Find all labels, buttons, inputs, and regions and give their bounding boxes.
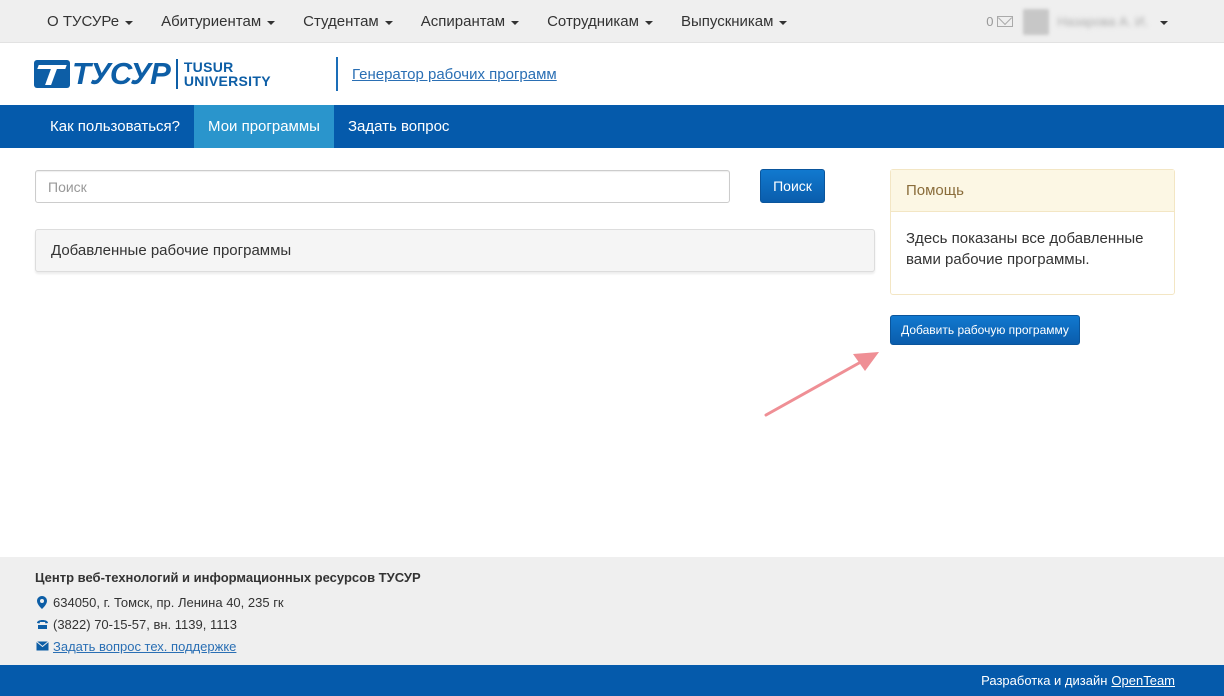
site-header: ТУСУР TUSUR UNIVERSITY Генератор рабочих… — [0, 43, 1224, 105]
tab-my-programs[interactable]: Мои программы — [194, 105, 334, 148]
help-text: Здесь показаны все добавленные вами рабо… — [906, 230, 1144, 268]
footer-title: Центр веб-технологий и информационных ре… — [35, 570, 421, 585]
caret-down-icon — [779, 20, 788, 25]
map-marker-icon — [35, 595, 49, 609]
tusur-logo[interactable]: ТУСУР TUSUR UNIVERSITY — [34, 56, 271, 91]
caret-down-icon — [267, 20, 276, 25]
topnav-label: Аспирантам — [420, 13, 506, 30]
topnav-item-students[interactable]: Студентам — [289, 0, 407, 43]
added-programs-panel: Добавленные рабочие программы — [35, 229, 875, 272]
logo-text-en: TUSUR UNIVERSITY — [184, 60, 271, 88]
user-area: 0 Назарова А. И. — [986, 0, 1168, 43]
user-name[interactable]: Назарова А. И. — [1057, 14, 1148, 29]
footer-phone: (3822) 70-15-57, вн. 1139, 1113 — [35, 613, 1224, 635]
add-program-button[interactable]: Добавить рабочую программу — [890, 315, 1080, 345]
tusur-emblem-icon — [34, 60, 70, 88]
caret-down-icon[interactable] — [1160, 20, 1168, 25]
envelope-icon[interactable] — [997, 16, 1014, 27]
topnav-label: Выпускникам — [680, 13, 774, 30]
caret-down-icon — [511, 20, 520, 25]
support-link[interactable]: Задать вопрос тех. поддержке — [53, 639, 236, 654]
avatar[interactable] — [1023, 8, 1050, 35]
envelope-icon — [35, 641, 49, 651]
topnav-label: Сотрудникам — [547, 13, 639, 30]
logo-divider — [175, 59, 178, 89]
logo-text-ru: ТУСУР — [72, 56, 171, 91]
topnav-item-about[interactable]: О ТУСУРе — [33, 0, 147, 43]
openteam-link[interactable]: OpenTeam — [1111, 673, 1175, 688]
top-bar: О ТУСУРе Абитуриентам Студентам Аспирант… — [0, 0, 1224, 43]
search-button[interactable]: Поиск — [760, 169, 825, 203]
caret-down-icon — [384, 20, 393, 25]
tab-how-to-use[interactable]: Как пользоваться? — [36, 105, 194, 148]
topnav-label: Студентам — [303, 13, 379, 30]
topnav-item-alumni[interactable]: Выпускникам — [667, 0, 802, 43]
topnav-item-postgrads[interactable]: Аспирантам — [407, 0, 533, 43]
footer: Центр веб-технологий и информационных ре… — [0, 557, 1224, 665]
panel-title: Добавленные рабочие программы — [51, 242, 292, 259]
message-count[interactable]: 0 — [986, 14, 993, 29]
caret-down-icon — [125, 20, 134, 25]
topnav-item-staff[interactable]: Сотрудникам — [533, 0, 667, 43]
address-text: 634050, г. Томск, пр. Ленина 40, 235 гк — [53, 594, 284, 610]
topnav-item-applicants[interactable]: Абитуриентам — [147, 0, 289, 43]
top-nav: О ТУСУРе Абитуриентам Студентам Аспирант… — [33, 0, 801, 43]
help-panel: Помощь Здесь показаны все добавленные ва… — [890, 169, 1175, 295]
logo-en-line2: UNIVERSITY — [183, 73, 271, 89]
caret-down-icon — [644, 20, 653, 25]
main-nav: Как пользоваться? Мои программы Задать в… — [0, 105, 1224, 148]
topnav-label: О ТУСУРе — [47, 13, 120, 30]
logo-en-line1: TUSUR — [183, 59, 234, 75]
footer-support: Задать вопрос тех. поддержке — [35, 635, 1224, 657]
credits-text: Разработка и дизайн — [981, 673, 1108, 688]
app-title-link[interactable]: Генератор рабочих программ — [352, 66, 557, 83]
tab-ask-question[interactable]: Задать вопрос — [334, 105, 463, 148]
phone-text: (3822) 70-15-57, вн. 1139, 1113 — [53, 616, 237, 632]
help-title: Помощь — [891, 170, 1174, 212]
bottom-bar: Разработка и дизайн OpenTeam — [0, 665, 1224, 696]
search-input[interactable] — [35, 170, 730, 203]
phone-icon — [35, 619, 49, 630]
header-divider — [336, 57, 338, 91]
footer-address: 634050, г. Томск, пр. Ленина 40, 235 гк — [35, 591, 1224, 613]
topnav-label: Абитуриентам — [161, 13, 262, 30]
